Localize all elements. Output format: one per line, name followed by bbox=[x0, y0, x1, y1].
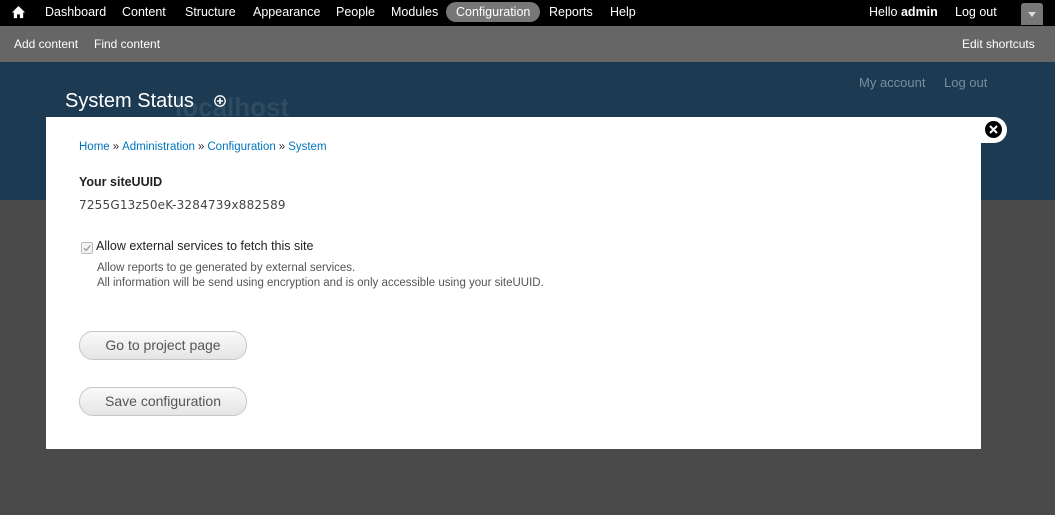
username-link[interactable]: admin bbox=[901, 5, 938, 19]
chevron-down-icon bbox=[1028, 12, 1036, 17]
breadcrumb-separator: » bbox=[112, 141, 120, 153]
toolbar-item-content[interactable]: Content bbox=[122, 0, 166, 26]
admin-toolbar: Dashboard Content Structure Appearance P… bbox=[0, 0, 1055, 26]
toolbar-item-people[interactable]: People bbox=[336, 0, 375, 26]
uuid-label: Your siteUUID bbox=[79, 175, 163, 189]
shortcuts-bar: Add content Find content Edit shortcuts bbox=[0, 26, 1055, 62]
toolbar-item-configuration[interactable]: Configuration bbox=[446, 2, 541, 22]
greeting-prefix: Hello bbox=[869, 5, 898, 19]
header-logout-link[interactable]: Log out bbox=[944, 75, 987, 90]
breadcrumb-configuration[interactable]: Configuration bbox=[207, 141, 275, 153]
allow-external-label[interactable]: Allow external services to fetch this si… bbox=[96, 239, 313, 253]
uuid-value: 7255G13z50eK-3284739x882589 bbox=[79, 198, 286, 212]
breadcrumb-system[interactable]: System bbox=[288, 141, 326, 153]
overlay-dialog: Home» Administration» Configuration» System… bbox=[46, 117, 981, 449]
plus-circle-icon[interactable] bbox=[214, 95, 226, 107]
page-title: System Status bbox=[65, 90, 194, 112]
toolbar-item-help[interactable]: Help bbox=[610, 0, 636, 26]
breadcrumb-home[interactable]: Home bbox=[79, 141, 110, 153]
toolbar-item-appearance[interactable]: Appearance bbox=[253, 0, 320, 26]
toolbar-logout-link[interactable]: Log out bbox=[955, 0, 997, 26]
toolbar-item-structure[interactable]: Structure bbox=[185, 0, 236, 26]
breadcrumb-separator: » bbox=[278, 141, 286, 153]
home-icon[interactable] bbox=[11, 5, 26, 20]
toolbar-item-modules[interactable]: Modules bbox=[391, 0, 438, 26]
edit-shortcuts-link[interactable]: Edit shortcuts bbox=[962, 26, 1035, 62]
allow-external-checkbox[interactable] bbox=[81, 242, 93, 254]
save-configuration-button[interactable]: Save configuration bbox=[79, 387, 247, 416]
shortcut-find-content[interactable]: Find content bbox=[94, 26, 160, 62]
user-greeting: Hello admin bbox=[869, 0, 938, 26]
check-icon bbox=[83, 245, 91, 252]
close-icon bbox=[985, 121, 1002, 138]
shortcut-add-content[interactable]: Add content bbox=[14, 26, 78, 62]
toolbar-item-reports[interactable]: Reports bbox=[549, 0, 593, 26]
breadcrumb-separator: » bbox=[197, 141, 205, 153]
description-line-2: All information will be send using encry… bbox=[97, 277, 544, 289]
go-to-project-button[interactable]: Go to project page bbox=[79, 331, 247, 360]
toolbar-item-dashboard[interactable]: Dashboard bbox=[45, 0, 106, 26]
description-line-1: Allow reports to ge generated by externa… bbox=[97, 262, 356, 274]
breadcrumb-administration[interactable]: Administration bbox=[122, 141, 195, 153]
my-account-link[interactable]: My account bbox=[859, 75, 925, 90]
breadcrumb: Home» Administration» Configuration» System bbox=[79, 141, 327, 153]
overlay-close-button[interactable] bbox=[980, 117, 1007, 143]
toolbar-toggle-button[interactable] bbox=[1021, 3, 1043, 25]
